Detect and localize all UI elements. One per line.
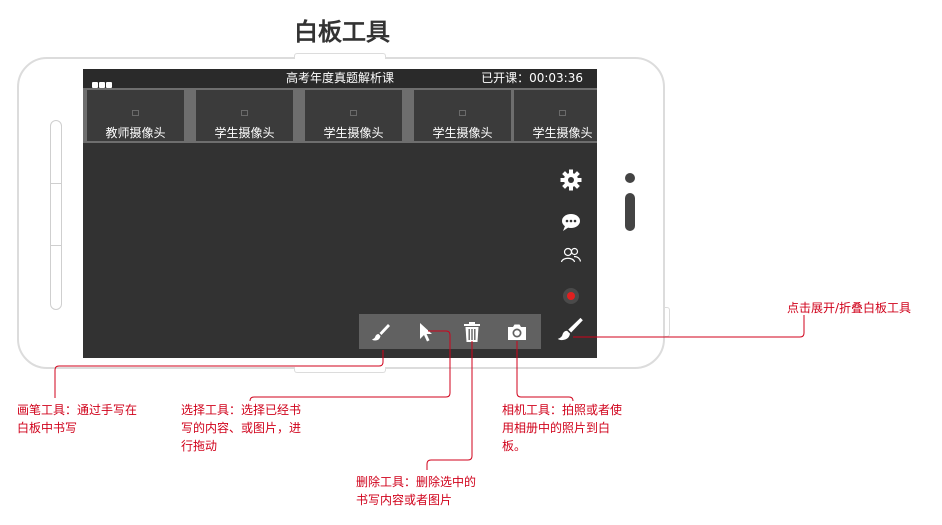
- annotation-delete: 删除工具：删除选中的 书写内容或者图片: [356, 475, 477, 507]
- annotation-toggle: 点击展开/折叠白板工具: [787, 301, 912, 315]
- annotation-select: 选择工具：选择已经书 写的内容、或图片，进 行拖动: [181, 403, 302, 453]
- annotation-brush: 画笔工具：通过手写在 白板中书写: [17, 403, 138, 435]
- annotation-camera: 相机工具：拍照或者使 用相册中的照片到白 板。: [502, 403, 623, 453]
- callout-lines: [54, 315, 805, 470]
